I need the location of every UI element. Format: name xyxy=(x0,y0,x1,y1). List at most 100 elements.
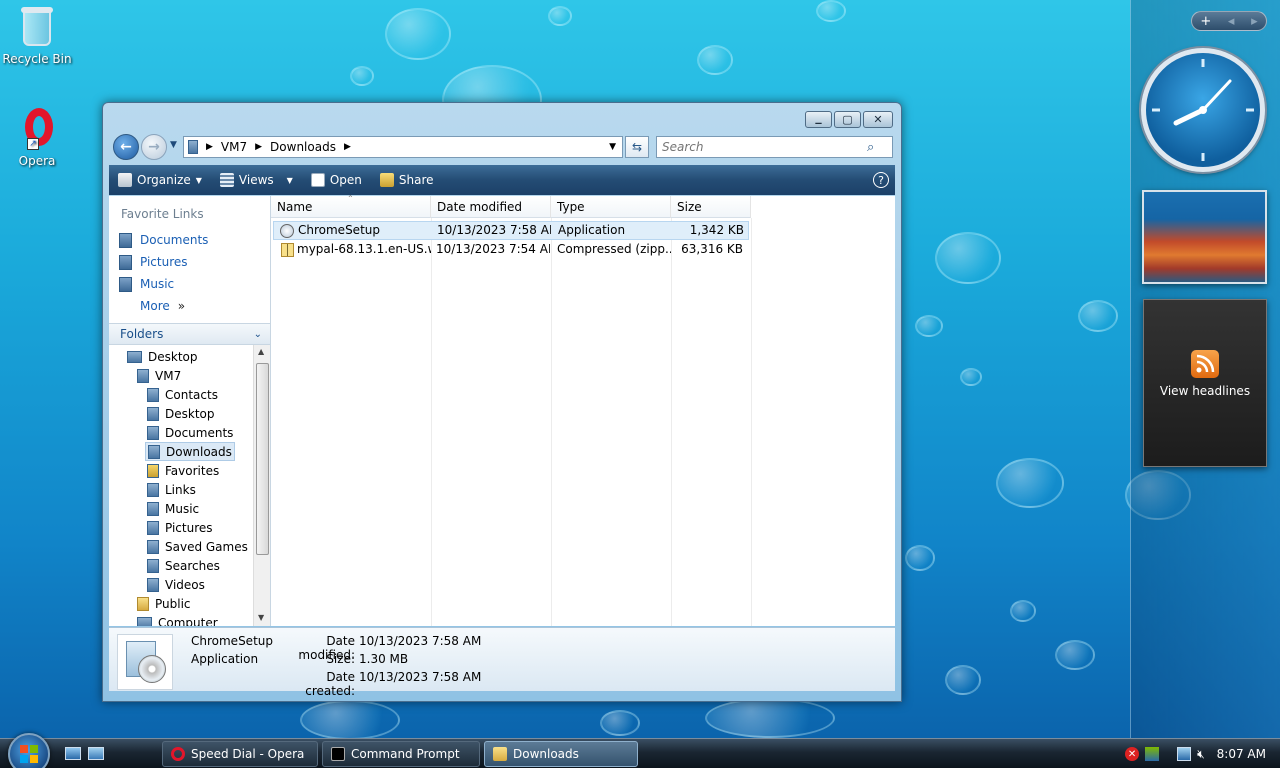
tree-item-contacts[interactable]: Contacts xyxy=(147,385,218,404)
cd-icon xyxy=(138,655,166,683)
clock-time[interactable]: 8:07 AM xyxy=(1217,747,1266,761)
scroll-down-icon[interactable]: ▼ xyxy=(258,613,264,622)
close-button[interactable]: ✕ xyxy=(863,111,893,128)
tree-item-pictures[interactable]: Pictures xyxy=(147,518,213,537)
search-box[interactable]: ⌕ xyxy=(656,136,893,158)
security-alert-icon[interactable]: ✕ xyxy=(1125,747,1140,761)
forward-button[interactable]: → xyxy=(141,134,167,160)
taskbar-item-command-prompt[interactable]: Command Prompt xyxy=(322,741,480,767)
search-icon[interactable]: ⌕ xyxy=(867,140,874,155)
recycle-bin-desktop-icon[interactable]: Recycle Bin xyxy=(1,4,73,66)
details-created-label: Date created: xyxy=(305,670,355,698)
opera-icon xyxy=(171,747,185,761)
add-gadget-button[interactable]: + xyxy=(1200,14,1211,29)
opera-desktop-icon[interactable]: ↗ Opera xyxy=(1,106,73,168)
tree-item-label: Public xyxy=(155,596,191,611)
tree-item-desktop[interactable]: Desktop xyxy=(147,404,215,423)
details-size-label: Size: xyxy=(326,652,355,666)
user-folder-icon xyxy=(137,368,149,383)
tree-item-label: Computer xyxy=(158,615,218,627)
tree-item-documents[interactable]: Documents xyxy=(147,423,233,442)
open-button[interactable]: Open xyxy=(302,168,371,192)
address-dropdown-icon[interactable]: ▼ xyxy=(609,142,616,152)
minimize-icon: ▁ xyxy=(815,115,822,124)
column-divider xyxy=(551,218,552,626)
back-button[interactable]: ← xyxy=(113,134,139,160)
column-header-label: Type xyxy=(557,199,585,214)
volume-muted-icon[interactable]: 🔇︎ xyxy=(1197,747,1205,762)
help-button[interactable]: ? xyxy=(873,172,889,188)
switch-windows-icon[interactable] xyxy=(88,747,104,760)
chevron-down-icon: ▼ xyxy=(286,175,293,185)
tree-item-videos[interactable]: Videos xyxy=(147,575,205,594)
favorite-link-label: Documents xyxy=(140,233,209,247)
recent-pages-dropdown-icon[interactable]: ▼ xyxy=(170,140,177,150)
tree-item-links[interactable]: Links xyxy=(147,480,196,499)
chevron-right-icon[interactable]: ▶ xyxy=(344,142,351,152)
search-input[interactable] xyxy=(662,140,867,154)
favorite-link-pictures[interactable]: Pictures xyxy=(109,251,270,273)
file-row-chromesetup[interactable]: ChromeSetup 10/13/2023 7:58 AM Applicati… xyxy=(273,221,749,240)
taskbar-item-downloads[interactable]: Downloads xyxy=(484,741,638,767)
maximize-icon: ▢ xyxy=(842,113,853,126)
tree-item-label: Videos xyxy=(165,577,205,592)
chevron-right-icon[interactable]: ▶ xyxy=(255,142,262,152)
maximize-button[interactable]: ▢ xyxy=(834,111,861,128)
tree-item-vm7[interactable]: VM7 xyxy=(137,366,181,385)
share-button[interactable]: Share xyxy=(371,168,443,192)
slideshow-gadget[interactable] xyxy=(1142,190,1267,284)
column-header-label: Date modified xyxy=(437,199,523,214)
view-headlines-link[interactable]: View headlines xyxy=(1160,384,1250,398)
column-header-size[interactable]: Size xyxy=(671,196,751,218)
breadcrumb-downloads[interactable]: Downloads xyxy=(270,140,336,154)
tree-item-favorites[interactable]: Favorites xyxy=(147,461,219,480)
file-date-modified: 10/13/2023 7:58 AM xyxy=(437,223,551,237)
refresh-button[interactable]: ⇆ xyxy=(625,136,649,158)
column-header-type[interactable]: Type xyxy=(551,196,671,218)
favorite-links-more[interactable]: More » xyxy=(109,295,270,317)
prev-gadget-button[interactable]: ◂ xyxy=(1228,14,1235,29)
favorite-link-music[interactable]: Music xyxy=(109,273,270,295)
tree-item-searches[interactable]: Searches xyxy=(147,556,220,575)
start-button[interactable] xyxy=(8,733,50,768)
minimize-button[interactable]: ▁ xyxy=(805,111,832,128)
network-icon[interactable] xyxy=(1177,747,1192,761)
tree-item-saved-games[interactable]: Saved Games xyxy=(147,537,248,556)
favorite-link-documents[interactable]: Documents xyxy=(109,229,270,251)
folders-header[interactable]: Folders ⌄ xyxy=(109,323,270,345)
tree-item-public[interactable]: Public xyxy=(137,594,191,613)
feed-headlines-gadget[interactable]: View headlines xyxy=(1143,299,1267,467)
music-folder-icon xyxy=(147,501,159,516)
views-button[interactable]: Views ▼ xyxy=(211,168,302,192)
address-row: ← → ▼ ▶ VM7 ▶ Downloads ▶ ▼ ⇆ ⌕ xyxy=(111,133,893,161)
computer-folder-icon xyxy=(188,140,198,154)
tree-item-label: Downloads xyxy=(166,444,232,459)
downloads-folder-icon xyxy=(148,444,160,459)
navigation-pane: Favorite Links Documents Pictures Music … xyxy=(109,196,271,626)
column-header-name[interactable]: Name ⌃ xyxy=(271,194,431,218)
tree-item-desktop-root[interactable]: Desktop xyxy=(127,347,198,366)
tree-item-downloads[interactable]: Downloads xyxy=(145,442,235,461)
searches-folder-icon xyxy=(147,558,159,573)
windows-update-icon[interactable] xyxy=(1145,747,1160,761)
organize-button[interactable]: Organize ▼ xyxy=(109,168,211,192)
videos-folder-icon xyxy=(147,577,159,592)
chevron-right-icon[interactable]: ▶ xyxy=(206,142,213,152)
views-label: Views xyxy=(238,173,274,187)
tree-item-music[interactable]: Music xyxy=(147,499,199,518)
scrollbar-thumb[interactable] xyxy=(256,363,269,555)
open-icon xyxy=(310,173,325,187)
taskbar-item-opera[interactable]: Speed Dial - Opera xyxy=(162,741,318,767)
tree-item-computer[interactable]: Computer xyxy=(137,613,218,626)
clock-gadget[interactable] xyxy=(1141,48,1265,172)
share-icon xyxy=(379,173,394,187)
views-icon xyxy=(219,173,234,187)
next-gadget-button[interactable]: ▸ xyxy=(1251,14,1258,29)
file-row-mypal[interactable]: mypal-68.13.1.en-US.w... 10/13/2023 7:54… xyxy=(273,241,749,260)
address-bar[interactable]: ▶ VM7 ▶ Downloads ▶ ▼ xyxy=(183,136,623,158)
breadcrumb-vm7[interactable]: VM7 xyxy=(221,140,247,154)
show-desktop-icon[interactable] xyxy=(65,747,81,760)
folder-tree-scrollbar[interactable]: ▲ ▼ xyxy=(253,345,270,626)
scroll-up-icon[interactable]: ▲ xyxy=(258,347,264,356)
column-header-date-modified[interactable]: Date modified xyxy=(431,196,551,218)
